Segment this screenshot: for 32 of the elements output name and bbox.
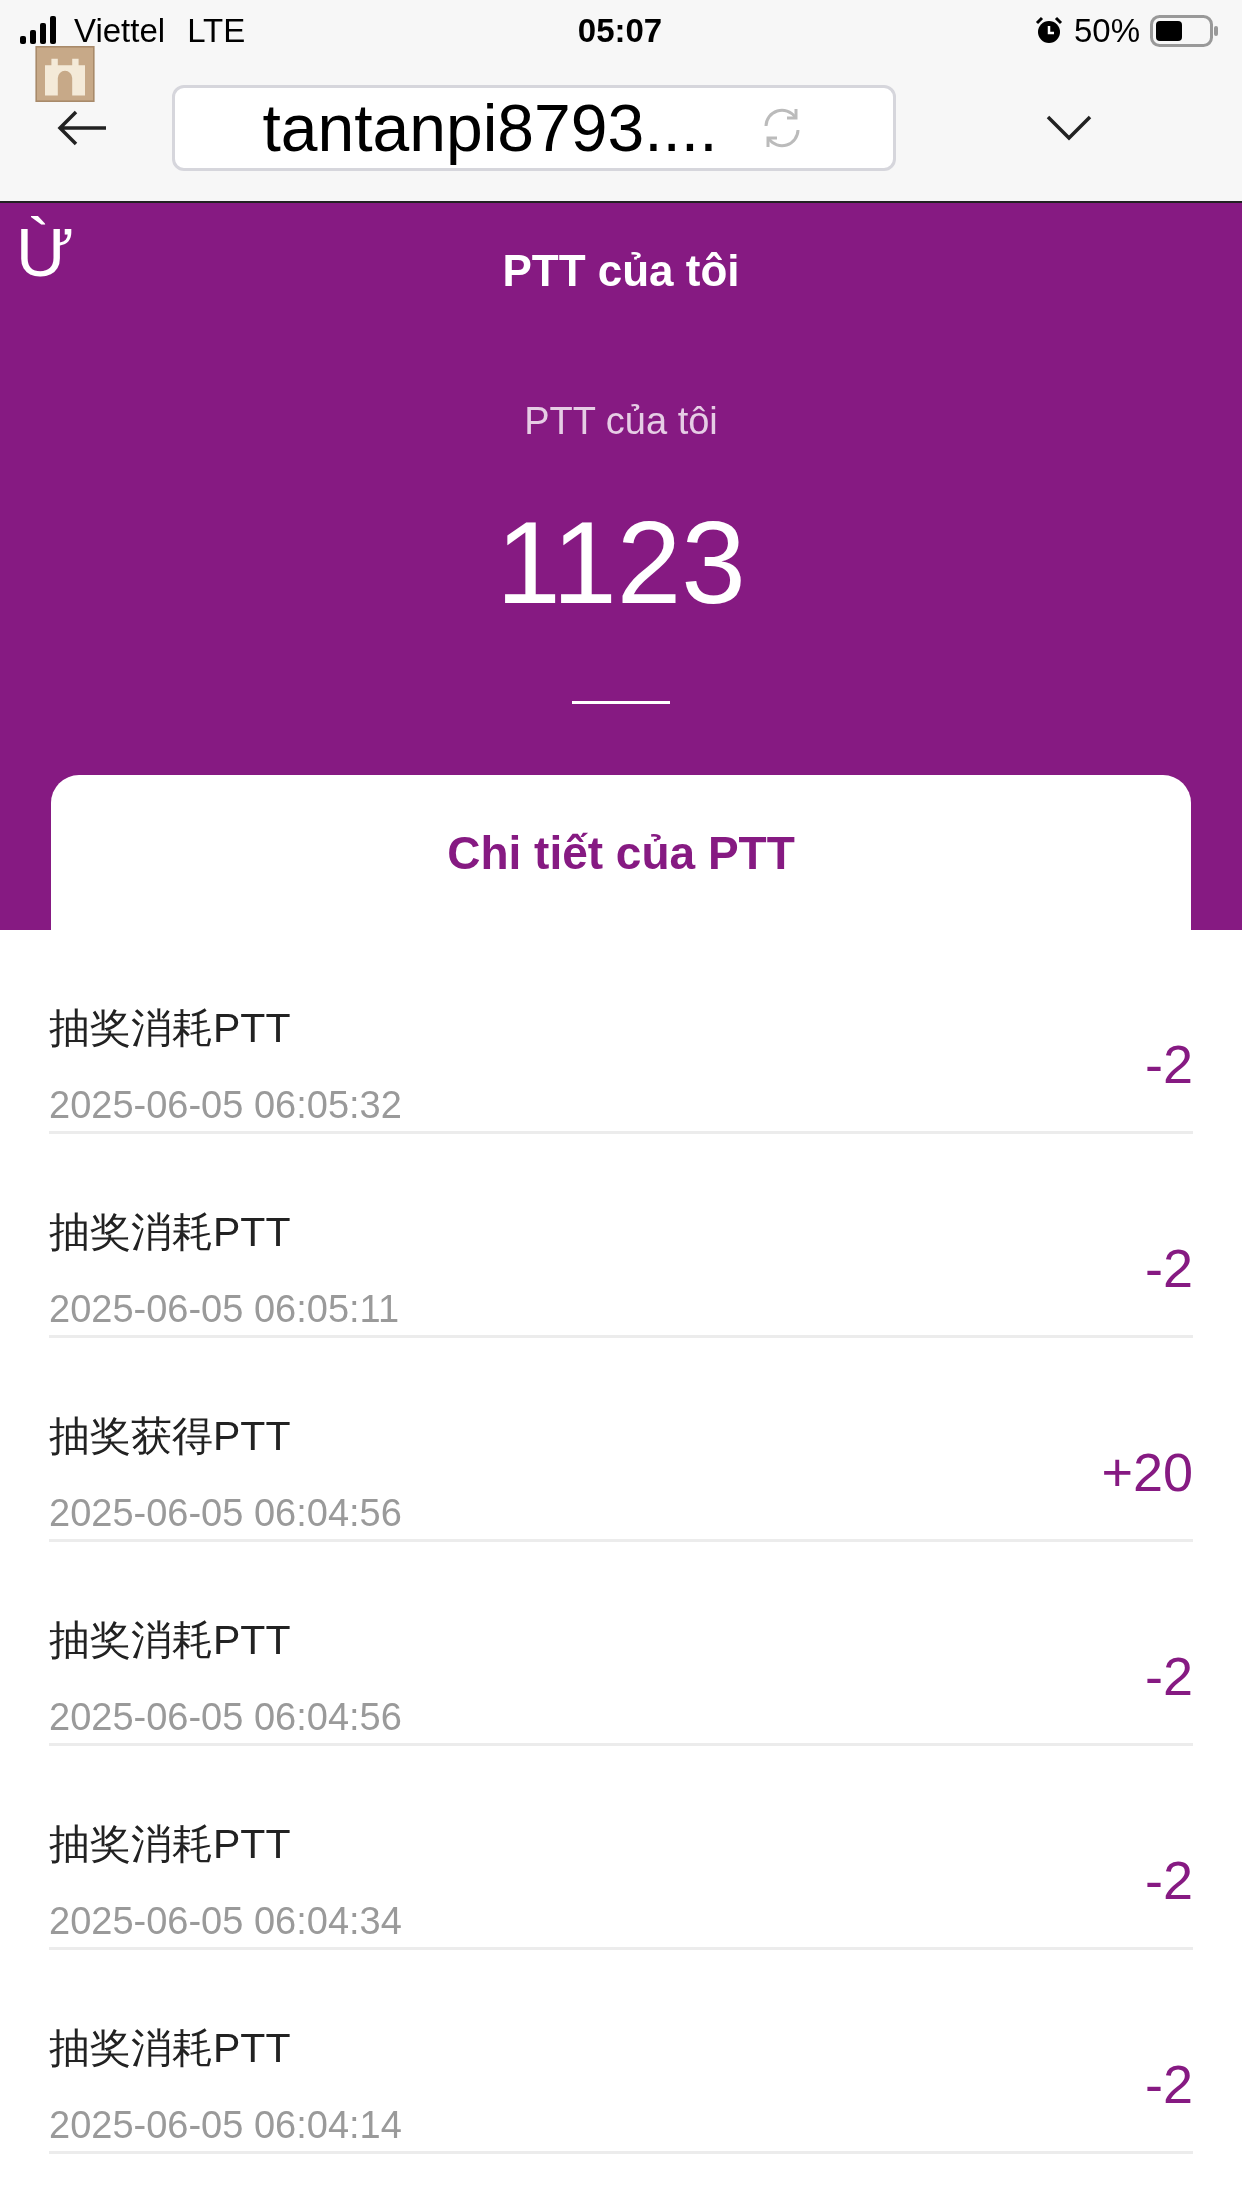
balance-label: PTT của tôi	[523, 400, 719, 443]
details-tab[interactable]: Chi tiết của PTT	[51, 775, 1191, 930]
record-amount: -2	[1145, 1032, 1193, 1095]
record-time: 2025-06-05 06:05:32	[49, 1083, 403, 1127]
record-title: 抽奖消耗PTT	[49, 1615, 292, 1665]
page-title: PTT của tôi	[502, 246, 740, 296]
record-amount: -2	[1145, 1848, 1193, 1911]
balance-value: 1123	[495, 505, 747, 621]
carrier-name: Viettel	[74, 12, 166, 50]
record-amount: -2	[1145, 1236, 1193, 1299]
record-amount: -2	[1145, 2052, 1193, 2115]
battery-icon	[1150, 15, 1220, 47]
chevron-down-icon[interactable]	[1046, 114, 1092, 141]
record-time: 2025-06-05 06:04:56	[49, 1695, 403, 1739]
battery-percent: 50%	[1073, 12, 1140, 50]
record-time: 2025-06-05 06:04:14	[49, 2103, 403, 2147]
record-title: 抽奖消耗PTT	[49, 2023, 292, 2073]
record-time: 2025-06-05 06:04:34	[49, 1899, 403, 1943]
back-button[interactable]: Ừ	[16, 218, 75, 286]
record-title: 抽奖消耗PTT	[49, 1819, 292, 1869]
record-title: 抽奖消耗PTT	[49, 1003, 292, 1053]
record-time: 2025-06-05 06:04:56	[49, 1491, 403, 1535]
record-amount: -2	[1145, 1644, 1193, 1707]
record-amount: +20	[1101, 1440, 1193, 1503]
address-field[interactable]: tantanpi8793....	[172, 84, 896, 171]
network-type: LTE	[187, 12, 246, 50]
record-title: 抽奖消耗PTT	[49, 1207, 292, 1257]
alarm-icon	[1033, 16, 1064, 46]
record-title: 抽奖获得PTT	[49, 1411, 292, 1461]
record-time: 2025-06-05 06:05:11	[49, 1287, 401, 1331]
clock-time: 05:07	[577, 12, 663, 50]
castle-icon[interactable]	[34, 46, 96, 102]
